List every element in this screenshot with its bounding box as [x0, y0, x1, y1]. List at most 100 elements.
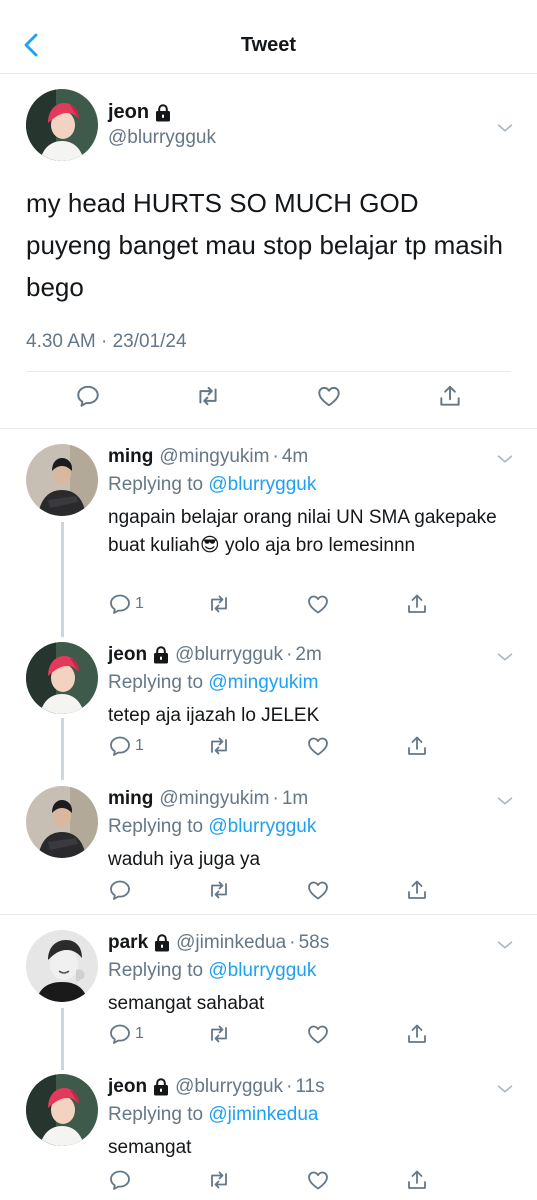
mention-link[interactable]: @blurrygguk: [208, 816, 316, 837]
separator-dot: ·: [272, 788, 279, 809]
reply-button[interactable]: [108, 878, 135, 902]
reply-count: 1: [135, 737, 144, 754]
replying-to: Replying to @blurrygguk: [108, 474, 316, 496]
lock-icon: [154, 934, 170, 952]
retweet-icon[interactable]: [207, 1168, 231, 1192]
replying-to: Replying to @blurrygguk: [108, 816, 316, 838]
chevron-down-icon[interactable]: [494, 1078, 516, 1100]
reply-time: 4m: [281, 446, 309, 467]
author-handle[interactable]: @mingyukim: [159, 446, 269, 468]
like-icon[interactable]: [316, 383, 342, 409]
like-icon[interactable]: [306, 878, 330, 902]
retweet-icon[interactable]: [195, 383, 221, 409]
avatar[interactable]: [26, 1074, 98, 1146]
share-icon[interactable]: [405, 1168, 429, 1192]
reply-time: 2m: [295, 644, 322, 665]
reply-actions: 1: [0, 1022, 537, 1048]
reply-actions: [0, 1168, 537, 1194]
like-icon[interactable]: [306, 1022, 330, 1046]
author-name[interactable]: ming: [108, 788, 153, 810]
author-handle[interactable]: @blurrygguk: [175, 1076, 283, 1098]
reply-count: 1: [135, 1025, 144, 1042]
chevron-down-icon[interactable]: [494, 790, 516, 812]
reply-icon[interactable]: [75, 383, 101, 409]
reply-icon: [108, 1022, 132, 1046]
tweet-text: my head HURTS SO MUCH GOD puyeng banget …: [26, 188, 503, 302]
like-icon[interactable]: [306, 1168, 330, 1192]
lock-icon: [153, 1078, 169, 1096]
reply-actions: 1: [0, 592, 537, 618]
author-name[interactable]: jeon: [108, 644, 147, 666]
chevron-down-icon[interactable]: [494, 448, 516, 470]
author-handle[interactable]: @jiminkedua: [176, 932, 286, 954]
reply-count: 1: [135, 595, 144, 612]
author-handle[interactable]: @blurrygguk: [108, 127, 216, 149]
chevron-down-icon[interactable]: [494, 646, 516, 668]
retweet-icon[interactable]: [207, 878, 231, 902]
chevron-down-icon[interactable]: [494, 117, 516, 139]
mention-link[interactable]: @blurrygguk: [208, 474, 316, 495]
like-icon[interactable]: [306, 592, 330, 616]
reply-time: 11s: [295, 1076, 325, 1097]
author-name[interactable]: jeon: [108, 1076, 147, 1098]
author-name[interactable]: ming: [108, 446, 153, 468]
separator-dot: ·: [286, 1076, 293, 1097]
reply-icon: [108, 1168, 132, 1192]
thread-line: [61, 522, 64, 637]
divider: [0, 428, 537, 429]
reply-text: tetep aja ijazah lo JELEK: [108, 705, 320, 726]
avatar[interactable]: [26, 786, 98, 858]
author-handle[interactable]: @mingyukim: [159, 788, 269, 810]
reply-button[interactable]: 1: [108, 1022, 144, 1046]
reply-header: ming @mingyukim · 1m: [108, 788, 308, 810]
avatar[interactable]: [26, 642, 98, 714]
reply-icon: [108, 592, 132, 616]
share-icon[interactable]: [437, 383, 463, 409]
author-name-text: jeon: [108, 101, 150, 123]
replying-to-label: Replying to: [108, 816, 204, 837]
separator-dot: ·: [272, 446, 279, 467]
replying-to-label: Replying to: [108, 960, 204, 981]
mention-link[interactable]: @jiminkedua: [208, 1104, 318, 1125]
reply-button[interactable]: [108, 1168, 135, 1192]
reply-header: park @jiminkedua · 58s: [108, 932, 329, 954]
avatar[interactable]: [26, 930, 98, 1002]
reply-time: 58s: [298, 932, 330, 953]
lock-icon: [155, 104, 171, 122]
retweet-icon[interactable]: [207, 734, 231, 758]
avatar[interactable]: [26, 444, 98, 516]
reply-actions: [0, 878, 537, 904]
chevron-down-icon[interactable]: [494, 934, 516, 956]
avatar[interactable]: [26, 89, 98, 161]
reply-header: jeon @blurrygguk · 11s: [108, 1076, 325, 1098]
share-icon[interactable]: [405, 592, 429, 616]
reply-header: ming @mingyukim · 4m: [108, 446, 308, 468]
tweet-timestamp: 4.30 AM · 23/01/24: [26, 331, 187, 352]
retweet-icon[interactable]: [207, 1022, 231, 1046]
lock-icon: [153, 646, 169, 664]
like-icon[interactable]: [306, 734, 330, 758]
reply-icon: [108, 878, 132, 902]
share-icon[interactable]: [405, 878, 429, 902]
author-name[interactable]: park: [108, 932, 148, 954]
tweet-actions: [0, 383, 537, 419]
reply-header: jeon @blurrygguk · 2m: [108, 644, 322, 666]
divider: [26, 371, 511, 372]
reply-text: semangat: [108, 1137, 192, 1158]
retweet-icon[interactable]: [207, 592, 231, 616]
reply-icon: [108, 734, 132, 758]
author-name[interactable]: jeon: [108, 101, 171, 124]
share-icon[interactable]: [405, 734, 429, 758]
reply-button[interactable]: 1: [108, 734, 144, 758]
mention-link[interactable]: @blurrygguk: [208, 960, 316, 981]
share-icon[interactable]: [405, 1022, 429, 1046]
divider: [0, 914, 537, 915]
page-title: Tweet: [240, 34, 297, 56]
nav-bar: Tweet: [0, 0, 537, 74]
author-handle[interactable]: @blurrygguk: [175, 644, 283, 666]
reply-text: semangat sahabat: [108, 993, 265, 1014]
reply-button[interactable]: 1: [108, 592, 144, 616]
reply-text: waduh iya juga ya: [108, 849, 261, 870]
mention-link[interactable]: @mingyukim: [208, 672, 318, 693]
replying-to: Replying to @mingyukim: [108, 672, 318, 694]
